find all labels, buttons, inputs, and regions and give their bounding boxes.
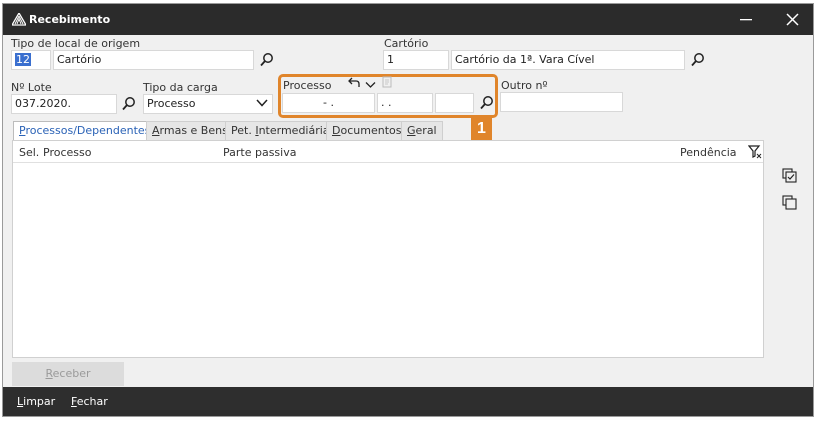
copy-icon[interactable] [782, 195, 797, 213]
filter-icon[interactable] [747, 145, 762, 162]
tab-label-rest: rocessos/Dependentes [25, 124, 151, 137]
col-sel-header[interactable]: Sel. [19, 146, 39, 159]
tab-armas-bens[interactable]: Armas e Bens [146, 121, 234, 140]
receber-button[interactable]: Receber [12, 362, 124, 386]
receber-accesskey: R [45, 367, 53, 380]
tab-geral[interactable]: Geral [401, 121, 443, 140]
origin-name-value: Cartório [57, 53, 102, 66]
lote-search-icon[interactable] [121, 96, 137, 112]
window-title: Recebimento [29, 13, 111, 26]
tab-processos-dependentes[interactable]: Processos/Dependentes [13, 121, 157, 140]
limpar-label-rest: impar [23, 395, 56, 408]
receiving-window: Recebimento Tipo de local de origem 12 C… [2, 3, 814, 417]
tab-label-rest: ntermediária [258, 124, 330, 137]
limpar-button[interactable]: Limpar [17, 395, 55, 408]
cartorio-code-field[interactable]: 1 [383, 50, 449, 70]
app-logo-icon [10, 11, 28, 29]
outro-label: Outro nº [501, 79, 548, 92]
tab-label-rest: rmas e Bens [159, 124, 228, 137]
processo-field-part2[interactable]: . . [377, 93, 433, 113]
origin-code-field[interactable]: 12 [11, 50, 51, 70]
processo-part1-value: - . [323, 96, 334, 109]
tab-label-rest: eral [415, 124, 437, 137]
grid-header: Sel. Processo Parte passiva Pendência [13, 141, 763, 163]
footer-bar: Limpar Fechar [3, 387, 813, 416]
cartorio-search-icon[interactable] [690, 52, 706, 68]
tab-accesskey: G [407, 124, 416, 137]
document-disabled-icon [382, 76, 392, 91]
origin-name-field: Cartório [53, 50, 254, 70]
processo-field-part1[interactable]: - . [282, 93, 375, 113]
processo-label: Processo [283, 79, 332, 92]
close-icon [785, 13, 799, 26]
title-bar: Recebimento [3, 4, 813, 35]
fechar-label-rest: echar [76, 395, 108, 408]
cartorio-label: Cartório [384, 37, 429, 50]
carga-select[interactable]: Processo [143, 94, 273, 114]
carga-label: Tipo da carga [143, 81, 218, 94]
origin-search-icon[interactable] [259, 52, 275, 68]
undo-icon[interactable] [348, 77, 361, 91]
col-parte-passiva-header[interactable]: Parte passiva [223, 146, 296, 159]
processo-search-icon[interactable] [479, 95, 495, 111]
receber-label-rest: eceber [52, 367, 91, 380]
lote-value: 037.2020. [15, 97, 71, 110]
minimize-icon [740, 18, 752, 20]
cartorio-code-value: 1 [387, 53, 394, 66]
tab-documentos[interactable]: Documentos [326, 121, 408, 140]
outro-field[interactable] [500, 92, 623, 112]
lote-field[interactable]: 037.2020. [11, 94, 117, 114]
processo-field-part3[interactable] [435, 93, 474, 113]
origin-code-value: 12 [15, 53, 31, 66]
tab-accesskey: A [152, 124, 160, 137]
origin-type-label: Tipo de local de origem [11, 37, 141, 50]
close-button[interactable] [769, 4, 815, 35]
col-processo-header[interactable]: Processo [43, 146, 91, 159]
processos-grid[interactable]: Sel. Processo Parte passiva Pendência [12, 140, 764, 358]
fechar-button[interactable]: Fechar [71, 395, 108, 408]
lote-label: Nº Lote [11, 81, 52, 94]
cartorio-name-field: Cartório da 1ª. Vara Cível [451, 50, 685, 70]
minimize-button[interactable] [723, 4, 769, 35]
chevron-down-icon [256, 98, 268, 111]
processo-chevron-down-icon[interactable] [365, 79, 376, 92]
carga-value: Processo [147, 97, 196, 110]
col-pendencia-header[interactable]: Pendência [680, 146, 737, 159]
tab-label-prefix: Pet. [231, 124, 256, 137]
select-all-icon[interactable] [782, 168, 797, 186]
step-badge: 1 [471, 118, 492, 140]
tab-label-rest: ocumentos [340, 124, 402, 137]
tab-pet-intermediaria[interactable]: Pet. Intermediária [225, 121, 336, 140]
cartorio-name-value: Cartório da 1ª. Vara Cível [455, 53, 595, 66]
processo-part2-value: . . [381, 96, 392, 109]
